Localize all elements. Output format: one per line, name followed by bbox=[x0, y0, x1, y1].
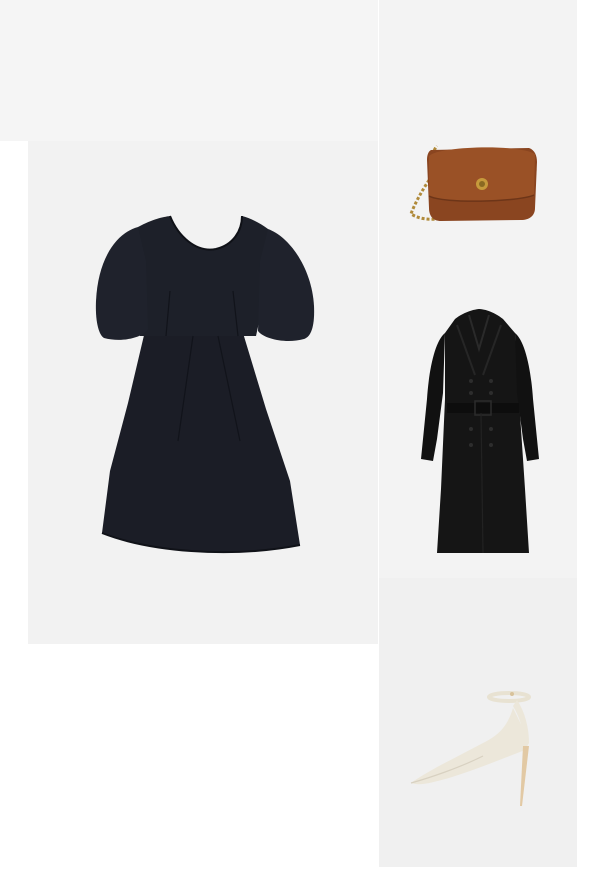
black-dress-icon bbox=[95, 215, 315, 554]
brown-handbag-icon bbox=[409, 144, 537, 221]
black-trench-coat-icon bbox=[421, 309, 539, 554]
dress-product-tile[interactable] bbox=[28, 141, 378, 644]
ivory-pump-icon bbox=[410, 691, 531, 806]
outfit-collage bbox=[0, 0, 606, 875]
handbag-product-tile[interactable] bbox=[379, 0, 577, 289]
pump-shoe-product-tile[interactable] bbox=[379, 578, 577, 867]
background-panel bbox=[0, 0, 378, 141]
trench-coat-product-tile[interactable] bbox=[379, 289, 577, 578]
